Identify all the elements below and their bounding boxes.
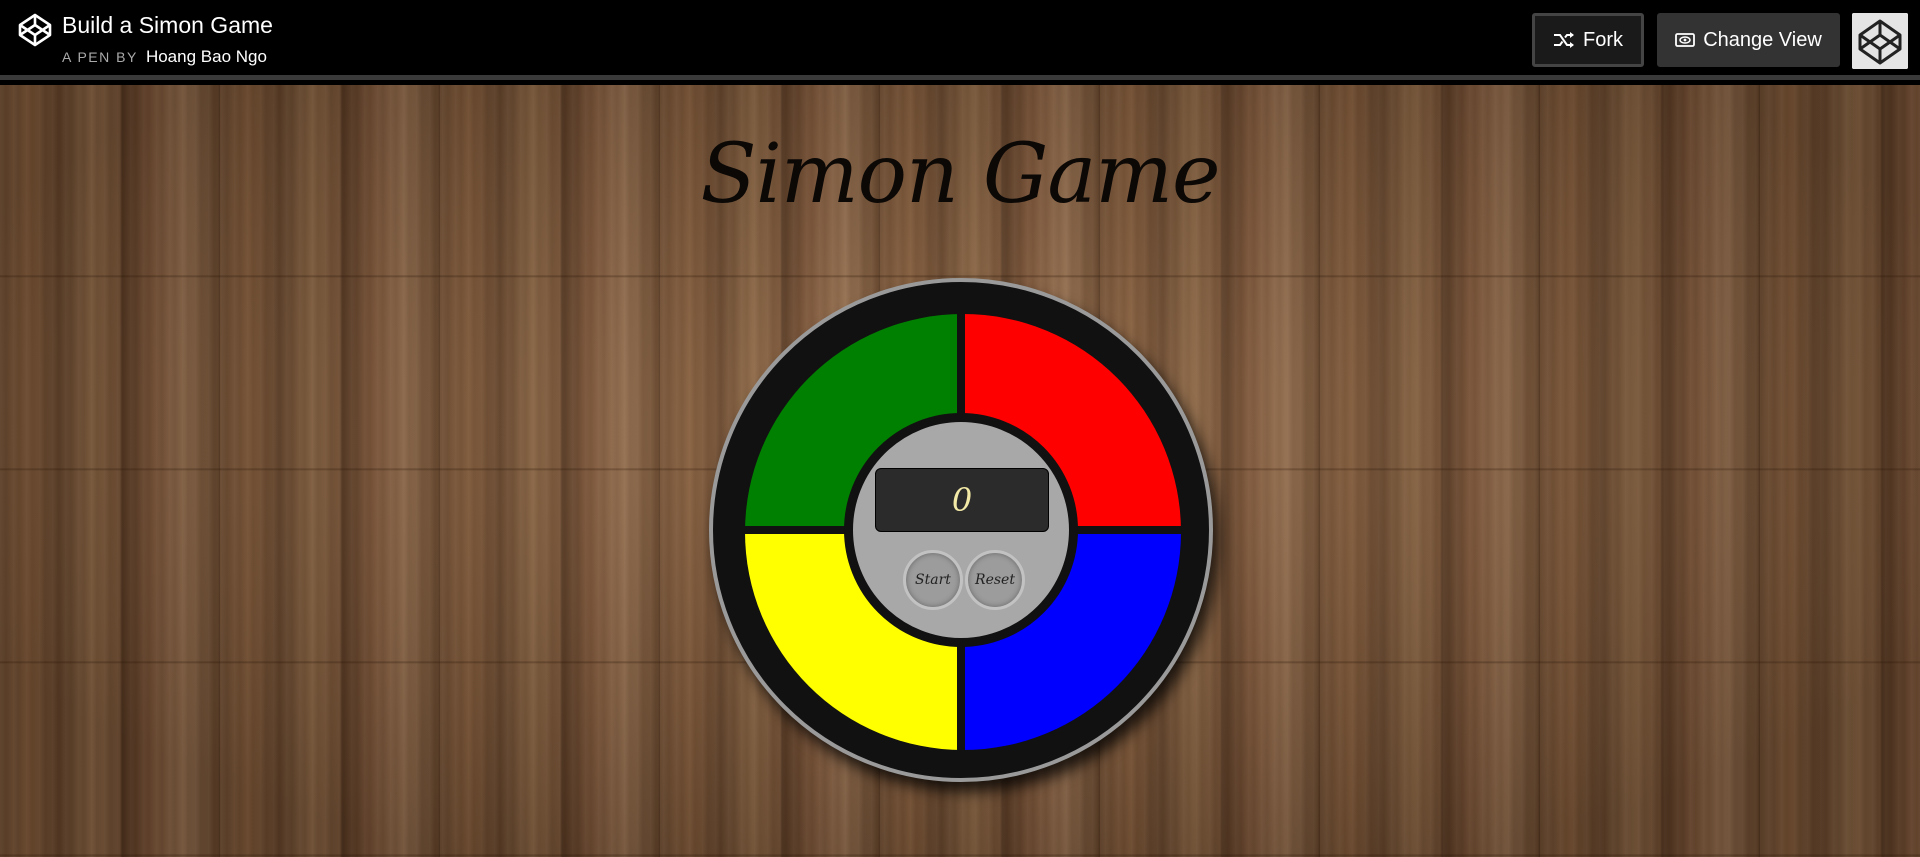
reset-button[interactable]: Reset [965,550,1025,610]
pen-by-label: A PEN BY [62,49,138,65]
start-button[interactable]: Start [903,550,963,610]
fork-button[interactable]: Fork [1532,13,1644,67]
control-panel: 0 Start Reset [844,413,1078,647]
simon-board: 0 Start Reset [709,278,1213,782]
game-title: Simon Game [700,127,1220,222]
pen-author-link[interactable]: Hoang Bao Ngo [146,47,267,66]
fork-label: Fork [1583,28,1623,51]
avatar-logo-icon [1852,13,1908,69]
eye-icon [1675,33,1696,47]
change-view-label: Change View [1703,28,1822,51]
count-display: 0 [875,468,1049,532]
user-avatar-icon[interactable] [1852,13,1908,69]
fork-icon [1554,32,1574,48]
pen-title: Build a Simon Game [62,12,273,38]
change-view-button[interactable]: Change View [1657,13,1840,67]
wood-background: Simon Game 0 Start Reset [0,85,1920,857]
top-bar: Build a Simon Game A PEN BY Hoang Bao Ng… [0,0,1920,80]
pen-byline: A PEN BY Hoang Bao Ngo [62,47,267,67]
codepen-logo-icon[interactable] [17,12,53,48]
